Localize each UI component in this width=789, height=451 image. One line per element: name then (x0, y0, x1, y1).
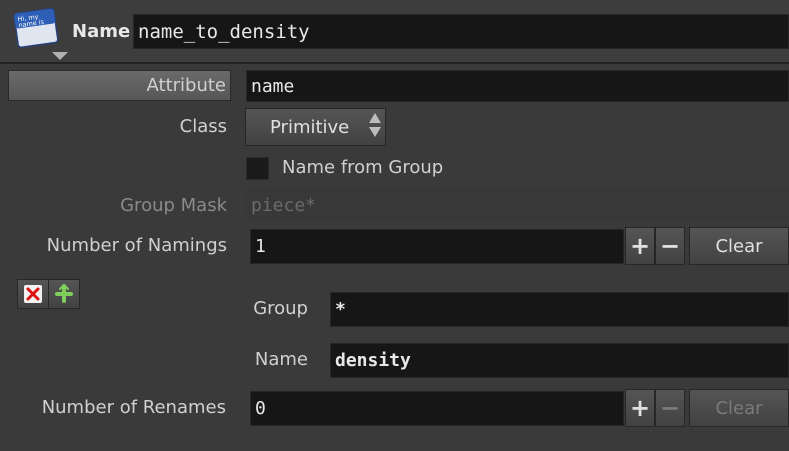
name-from-group-checkbox[interactable] (246, 157, 269, 180)
name-from-group-label: Name from Group (282, 157, 444, 178)
plus-icon: + (629, 394, 651, 422)
namings-label: Number of Namings (46, 235, 227, 256)
group-mask-label: Group Mask (120, 195, 227, 216)
plus-icon: + (629, 232, 651, 260)
namings-remove-button[interactable]: − (655, 227, 685, 265)
class-label: Class (179, 116, 227, 137)
name-label: Name (254, 349, 308, 370)
renames-field[interactable]: 0 (250, 391, 624, 426)
insert-instance-button[interactable] (48, 279, 80, 309)
renames-remove-button[interactable]: − (655, 389, 685, 427)
insert-plus-icon (55, 284, 73, 303)
attribute-label-button[interactable]: Attribute (8, 70, 231, 101)
menu-arrows-icon (369, 113, 383, 141)
namings-add-button[interactable]: + (625, 227, 655, 265)
group-label: Group (253, 298, 308, 319)
namings-clear-button[interactable]: Clear (689, 227, 789, 265)
name-field[interactable]: density (330, 343, 789, 378)
remove-instance-button[interactable] (17, 279, 49, 309)
attribute-label: Attribute (146, 74, 226, 96)
attribute-field[interactable]: name (246, 70, 789, 102)
renames-clear-label: Clear (715, 397, 763, 419)
renames-label: Number of Renames (41, 397, 226, 418)
class-menu-value: Primitive (270, 116, 350, 138)
name-tag-icon[interactable]: Hi, my name is (12, 6, 60, 50)
name-tag-graphic: Hi, my name is (13, 8, 59, 48)
close-icon (24, 285, 42, 303)
minus-icon: − (659, 232, 681, 260)
group-mask-field: piece* (246, 189, 789, 221)
dropdown-arrow-icon[interactable] (52, 52, 68, 60)
node-name-label: Name (72, 21, 131, 42)
namings-clear-label: Clear (715, 235, 763, 257)
minus-icon: − (659, 394, 681, 422)
namings-field[interactable]: 1 (250, 229, 624, 264)
group-field[interactable]: * (330, 292, 789, 327)
header-divider (0, 62, 789, 64)
renames-add-button[interactable]: + (625, 389, 655, 427)
renames-clear-button[interactable]: Clear (689, 389, 789, 427)
node-name-field[interactable]: name_to_density (133, 14, 789, 49)
class-menu[interactable]: Primitive (245, 108, 386, 146)
